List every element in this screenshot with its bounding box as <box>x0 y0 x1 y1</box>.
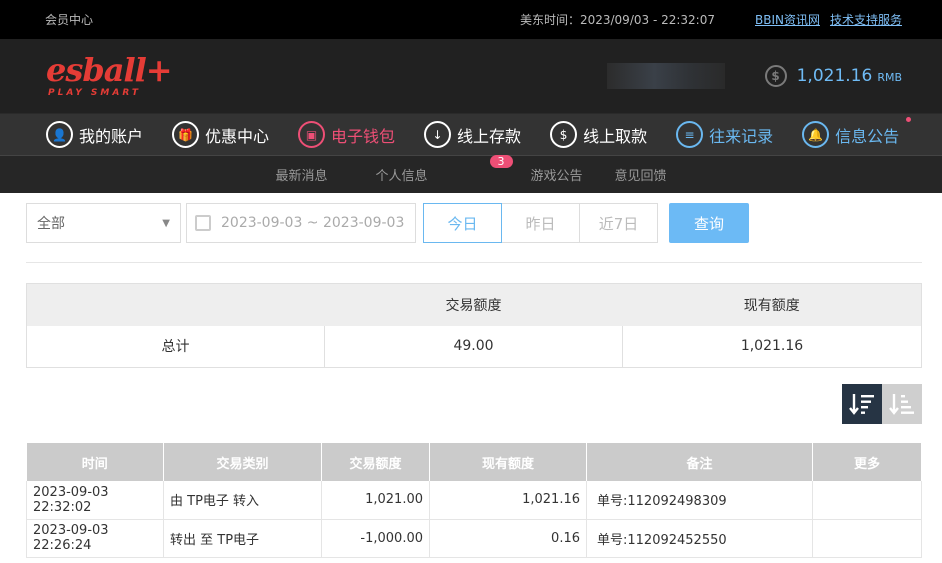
date-range-input[interactable]: 2023-09-03 ~ 2023-09-03 <box>186 203 416 243</box>
withdraw-icon: $ <box>550 121 578 148</box>
balance-currency: RMB <box>877 71 902 84</box>
last-7-days-button[interactable]: 近7日 <box>579 203 658 243</box>
nav-online-deposit[interactable]: ↓ 线上存款 <box>424 121 521 148</box>
table-row: 2023-09-03 22:32:02 由 TP电子 转入 1,021.00 1… <box>26 481 922 520</box>
col-more: 更多 <box>812 443 922 481</box>
sub-nav: 最新消息 个人信息 3 游戏公告 意见回馈 <box>0 155 942 193</box>
summary-amount: 49.00 <box>324 325 623 368</box>
sort-toggle <box>842 384 922 424</box>
nav-transaction-records[interactable]: ≡ 往来记录 <box>676 121 773 148</box>
cell-more[interactable] <box>812 519 922 558</box>
sort-ascending-icon <box>889 394 914 415</box>
cell-type: 转出 至 TP电子 <box>163 519 322 558</box>
records-icon: ≡ <box>676 121 704 148</box>
cell-note: 单号:112092498309 <box>586 481 813 520</box>
sort-ascending-button[interactable] <box>882 384 922 424</box>
calendar-icon <box>195 215 211 231</box>
nav-label: 线上取款 <box>583 126 648 146</box>
cell-amount: -1,000.00 <box>321 519 430 558</box>
notification-dot <box>906 117 912 122</box>
type-select[interactable]: 全部 ▼ <box>26 203 181 243</box>
date-range-value: 2023-09-03 ~ 2023-09-03 <box>221 215 405 231</box>
quick-date-group: 今日 昨日 近7日 <box>423 203 658 243</box>
summary-header-blank <box>26 283 325 326</box>
logo-name: esball+ <box>46 51 173 89</box>
nav-label: 优惠中心 <box>205 126 270 146</box>
cell-balance: 0.16 <box>429 519 587 558</box>
sort-descending-icon <box>849 394 874 415</box>
blurred-username <box>606 63 725 89</box>
bbin-news-link[interactable]: BBIN资讯网 <box>755 11 820 28</box>
wallet-icon: ▣ <box>298 121 326 148</box>
wallet-balance: $ 1,021.16 RMB <box>764 65 902 87</box>
cell-amount: 1,021.00 <box>321 481 430 520</box>
cell-time: 2023-09-03 22:26:24 <box>26 519 164 558</box>
col-note: 备注 <box>586 443 813 481</box>
sort-descending-button[interactable] <box>842 384 882 424</box>
subnav-latest-news[interactable]: 最新消息 <box>275 165 327 184</box>
brand-header: esball+ PLAY SMART $ 1,021.16 RMB <box>0 39 942 113</box>
cell-note: 单号:112092452550 <box>586 519 813 558</box>
nav-online-withdraw[interactable]: $ 线上取款 <box>550 121 647 148</box>
col-balance: 现有额度 <box>429 443 587 481</box>
eastern-time: 美东时间：2023/09/03 - 22:32:07 <box>519 13 715 27</box>
nav-label: 线上存款 <box>457 126 522 146</box>
query-button[interactable]: 查询 <box>669 203 749 243</box>
member-center-label: 会员中心 <box>45 13 94 27</box>
summary-table: 交易额度 现有额度 总计 49.00 1,021.16 <box>26 283 922 368</box>
today-button[interactable]: 今日 <box>423 203 502 243</box>
subnav-personal-info[interactable]: 个人信息 3 <box>359 155 513 184</box>
cell-balance: 1,021.16 <box>429 481 587 520</box>
dollar-coin-icon: $ <box>764 65 787 87</box>
nav-promotions[interactable]: 🎁 优惠中心 <box>172 121 269 148</box>
nav-label: 往来记录 <box>709 126 774 146</box>
cell-more[interactable] <box>812 481 922 520</box>
summary-header-amount: 交易额度 <box>324 283 623 326</box>
balance-amount: 1,021.16 <box>796 66 873 86</box>
cell-type: 由 TP电子 转入 <box>163 481 322 520</box>
type-select-value: 全部 <box>37 216 65 232</box>
user-icon: 👤 <box>46 121 73 148</box>
deposit-icon: ↓ <box>424 121 452 148</box>
summary-balance: 1,021.16 <box>622 325 922 368</box>
nav-e-wallet[interactable]: ▣ 电子钱包 <box>298 121 395 148</box>
gift-icon: 🎁 <box>172 121 200 148</box>
nav-label: 信息公告 <box>835 126 900 146</box>
yesterday-button[interactable]: 昨日 <box>501 203 580 243</box>
subnav-game-announcements[interactable]: 游戏公告 <box>531 165 583 184</box>
nav-label: 我的账户 <box>79 126 144 146</box>
col-amount: 交易额度 <box>321 443 430 481</box>
chevron-down-icon: ▼ <box>162 217 170 229</box>
nav-label: 电子钱包 <box>331 126 396 146</box>
table-row: 2023-09-03 22:26:24 转出 至 TP电子 -1,000.00 … <box>26 519 922 558</box>
main-nav: 👤 我的账户 🎁 优惠中心 ▣ 电子钱包 ↓ 线上存款 $ 线上取款 ≡ 往来记… <box>0 113 942 155</box>
esball-logo[interactable]: esball+ PLAY SMART <box>46 54 607 98</box>
col-type: 交易类别 <box>163 443 322 481</box>
logo-tagline: PLAY SMART <box>48 88 141 98</box>
nav-announcements[interactable]: 🔔 信息公告 <box>802 117 912 148</box>
subnav-label: 个人信息 <box>375 169 428 184</box>
col-time: 时间 <box>26 443 164 481</box>
tech-support-link[interactable]: 技术支持服务 <box>830 11 902 28</box>
nav-my-account[interactable]: 👤 我的账户 <box>46 121 143 148</box>
records-table: 时间 交易类别 交易额度 现有额度 备注 更多 2023-09-03 22:32… <box>26 443 922 558</box>
divider <box>26 262 922 263</box>
bell-icon: 🔔 <box>802 121 830 148</box>
unread-badge: 3 <box>489 155 513 168</box>
filter-bar: 全部 ▼ 2023-09-03 ~ 2023-09-03 今日 昨日 近7日 查… <box>26 203 749 243</box>
summary-header-balance: 现有额度 <box>622 283 922 326</box>
summary-row-label: 总计 <box>26 325 325 368</box>
cell-time: 2023-09-03 22:32:02 <box>26 481 164 520</box>
top-bar: 会员中心 美东时间：2023/09/03 - 22:32:07 BBIN资讯网 … <box>0 0 942 39</box>
subnav-feedback[interactable]: 意见回馈 <box>615 165 667 184</box>
